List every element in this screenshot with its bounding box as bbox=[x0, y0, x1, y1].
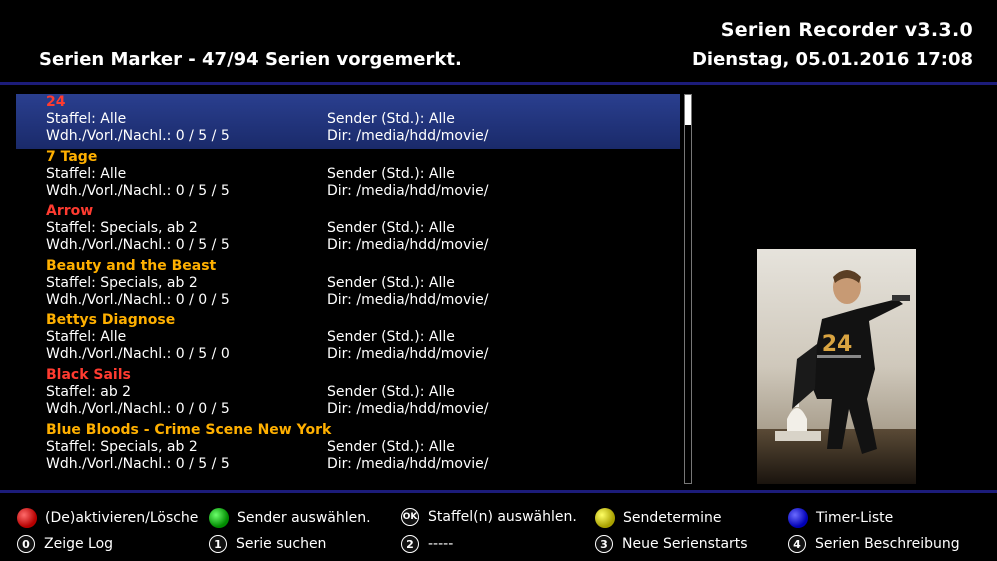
series-title: Blue Bloods - Crime Scene New York bbox=[46, 421, 332, 438]
series-title: 24 bbox=[46, 94, 66, 110]
svg-text:24: 24 bbox=[822, 332, 853, 357]
dir-info: Dir: /media/hdd/movie/ bbox=[327, 346, 489, 363]
sender-info: Sender (Std.): Alle bbox=[327, 165, 455, 182]
legend-item[interactable]: Sender auswählen. bbox=[209, 508, 371, 528]
staffel-info: Staffel: ab 2 bbox=[46, 383, 132, 400]
number-key-icon: 0 bbox=[17, 535, 35, 553]
staffel-info: Staffel: Alle bbox=[46, 329, 127, 346]
legend-item[interactable]: 1 Serie suchen bbox=[209, 535, 326, 553]
sender-info: Sender (Std.): Alle bbox=[327, 329, 455, 346]
wdh-info: Wdh./Vorl./Nachl.: 0 / 0 / 5 bbox=[46, 400, 230, 417]
legend-label: (De)aktivieren/Lösche bbox=[45, 510, 199, 526]
series-item[interactable]: 7 Tage Staffel: Alle Sender (Std.): Alle Wd… bbox=[16, 149, 680, 204]
header-divider bbox=[0, 82, 997, 85]
legend-label: Serie suchen bbox=[236, 536, 327, 552]
dir-info: Dir: /media/hdd/movie/ bbox=[327, 291, 489, 308]
series-marker-list[interactable]: 24 Staffel: Alle Sender (Std.): Alle Wdh./V… bbox=[16, 94, 680, 484]
green-button-icon bbox=[209, 508, 229, 528]
series-title: 7 Tage bbox=[46, 148, 98, 165]
legend-label: Sender auswählen. bbox=[237, 510, 371, 526]
series-title: Beauty and the Beast bbox=[46, 257, 217, 274]
series-item[interactable]: Arrow Staffel: Specials, ab 2 Sender (Std.… bbox=[16, 203, 680, 258]
series-title: Arrow bbox=[46, 203, 94, 220]
legend-item[interactable]: 4 Serien Beschreibung bbox=[788, 535, 960, 553]
series-item[interactable]: Blue Bloods - Crime Scene New York Staffe… bbox=[16, 422, 680, 477]
blue-button-icon bbox=[788, 508, 808, 528]
legend-label: Neue Serienstarts bbox=[622, 536, 748, 552]
legend-item[interactable]: 2 ----- bbox=[401, 535, 453, 553]
series-item[interactable]: Bettys Diagnose Staffel: Alle Sender (Std.… bbox=[16, 312, 680, 367]
red-button-icon bbox=[17, 508, 37, 528]
series-poster: 24 bbox=[757, 249, 916, 484]
legend-item[interactable]: 3 Neue Serienstarts bbox=[595, 535, 748, 553]
staffel-info: Staffel: Specials, ab 2 bbox=[46, 438, 198, 455]
series-item[interactable]: Black Sails Staffel: ab 2 Sender (Std.): A… bbox=[16, 367, 680, 422]
date-time: Dienstag, 05.01.2016 17:08 bbox=[691, 49, 973, 70]
legend-label: Zeige Log bbox=[44, 536, 114, 552]
staffel-info: Staffel: Alle bbox=[46, 111, 127, 127]
legend-item[interactable]: (De)aktivieren/Lösche bbox=[17, 508, 198, 528]
staffel-info: Staffel: Specials, ab 2 bbox=[46, 274, 198, 291]
series-title: Bettys Diagnose bbox=[46, 312, 176, 329]
wdh-info: Wdh./Vorl./Nachl.: 0 / 0 / 5 bbox=[46, 291, 230, 308]
sender-info: Sender (Std.): Alle bbox=[327, 383, 455, 400]
sender-info: Sender (Std.): Alle bbox=[327, 220, 455, 237]
number-key-icon: 1 bbox=[209, 535, 227, 553]
legend-label: Sendetermine bbox=[623, 510, 722, 526]
wdh-info: Wdh./Vorl./Nachl.: 0 / 5 / 5 bbox=[46, 455, 230, 472]
wdh-info: Wdh./Vorl./Nachl.: 0 / 5 / 5 bbox=[46, 182, 230, 199]
series-title: Black Sails bbox=[46, 366, 131, 383]
app-title: Serien Recorder v3.3.0 bbox=[720, 19, 973, 41]
wdh-info: Wdh./Vorl./Nachl.: 0 / 5 / 5 bbox=[46, 128, 230, 144]
staffel-info: Staffel: Specials, ab 2 bbox=[46, 220, 198, 237]
footer-divider bbox=[0, 490, 997, 493]
number-key-icon: 4 bbox=[788, 535, 806, 553]
legend-item[interactable]: 0 Zeige Log bbox=[17, 535, 113, 553]
sender-info: Sender (Std.): Alle bbox=[327, 111, 455, 127]
number-key-icon: 2 bbox=[401, 535, 419, 553]
legend-label: Serien Beschreibung bbox=[815, 536, 960, 552]
legend-item[interactable]: Sendetermine bbox=[595, 508, 722, 528]
legend-label: Timer-Liste bbox=[816, 510, 894, 526]
ok-button-icon: OK bbox=[401, 508, 419, 526]
series-item[interactable] bbox=[16, 476, 680, 484]
scrollbar-thumb[interactable] bbox=[685, 95, 691, 125]
series-item[interactable]: Beauty and the Beast Staffel: Specials, a… bbox=[16, 258, 680, 313]
dir-info: Dir: /media/hdd/movie/ bbox=[327, 237, 489, 254]
number-key-icon: 3 bbox=[595, 535, 613, 553]
page-title: Serien Marker - 47/94 Serien vorgemerkt. bbox=[39, 49, 462, 70]
yellow-button-icon bbox=[595, 508, 615, 528]
dir-info: Dir: /media/hdd/movie/ bbox=[327, 182, 489, 199]
dir-info: Dir: /media/hdd/movie/ bbox=[327, 400, 489, 417]
legend-item[interactable]: Timer-Liste bbox=[788, 508, 893, 528]
legend-label: Staffel(n) auswählen. bbox=[428, 509, 577, 525]
legend-item[interactable]: OK Staffel(n) auswählen. bbox=[401, 508, 577, 526]
dir-info: Dir: /media/hdd/movie/ bbox=[327, 455, 489, 472]
staffel-info: Staffel: Alle bbox=[46, 165, 127, 182]
dir-info: Dir: /media/hdd/movie/ bbox=[327, 128, 489, 144]
wdh-info: Wdh./Vorl./Nachl.: 0 / 5 / 0 bbox=[46, 346, 230, 363]
series-item[interactable]: 24 Staffel: Alle Sender (Std.): Alle Wdh./V… bbox=[16, 94, 680, 149]
legend-label: ----- bbox=[428, 536, 454, 552]
sender-info: Sender (Std.): Alle bbox=[327, 274, 455, 291]
sender-info: Sender (Std.): Alle bbox=[327, 438, 455, 455]
wdh-info: Wdh./Vorl./Nachl.: 0 / 5 / 5 bbox=[46, 237, 230, 254]
scrollbar[interactable] bbox=[684, 94, 692, 484]
